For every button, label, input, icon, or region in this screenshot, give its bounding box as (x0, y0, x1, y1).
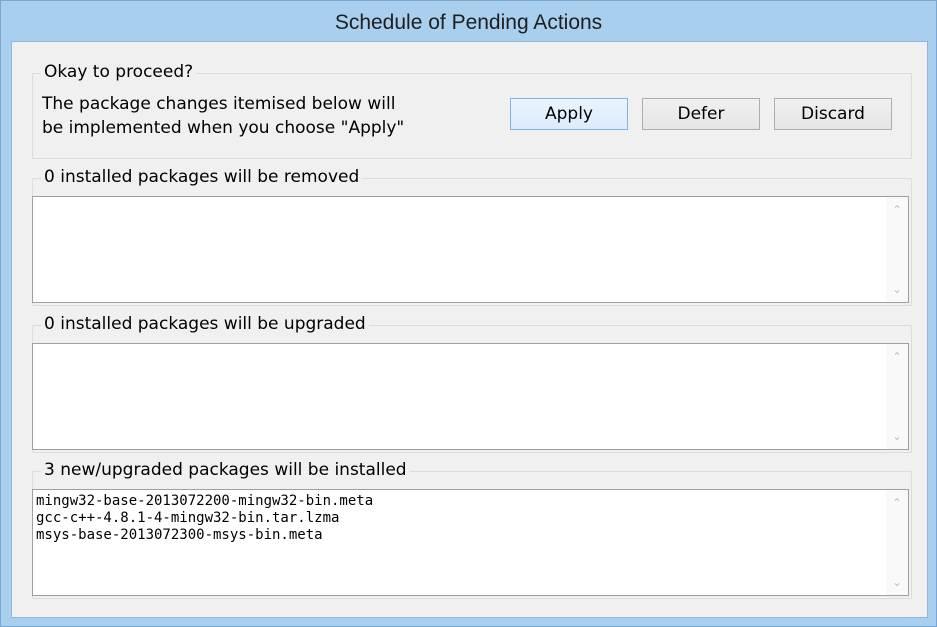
description-line-1: The package changes itemised below will (42, 94, 396, 114)
removed-group-label: 0 installed packages will be removed (41, 166, 363, 188)
chevron-up-icon[interactable]: ⌃ (886, 348, 908, 366)
chevron-up-icon[interactable]: ⌃ (886, 201, 908, 219)
installed-list-scrollbar[interactable]: ⌃ ⌄ (886, 490, 908, 595)
removed-package-list[interactable]: ⌃ ⌄ (32, 196, 909, 303)
defer-button[interactable]: Defer (642, 98, 760, 130)
pending-actions-window: Schedule of Pending Actions Okay to proc… (0, 0, 937, 627)
dialog-client-area: Okay to proceed? The package changes ite… (11, 41, 928, 618)
upgraded-group-label: 0 installed packages will be upgraded (41, 313, 369, 335)
installed-group-label: 3 new/upgraded packages will be installe… (41, 459, 410, 481)
proceed-description: The package changes itemised below will … (42, 92, 492, 140)
upgraded-package-list[interactable]: ⌃ ⌄ (32, 343, 909, 450)
list-item[interactable]: gcc-c++-4.8.1-4-mingw32-bin.tar.lzma (36, 510, 373, 527)
removed-list-scrollbar[interactable]: ⌃ ⌄ (886, 197, 908, 302)
chevron-down-icon[interactable]: ⌄ (886, 573, 908, 591)
chevron-up-icon[interactable]: ⌃ (886, 494, 908, 512)
installed-list-items: mingw32-base-2013072200-mingw32-bin.meta… (36, 493, 373, 544)
discard-button[interactable]: Discard (774, 98, 892, 130)
window-title: Schedule of Pending Actions (334, 11, 603, 34)
list-item[interactable]: mingw32-base-2013072200-mingw32-bin.meta (36, 493, 373, 510)
description-line-2: be implemented when you choose "Apply" (42, 118, 405, 138)
upgraded-list-scrollbar[interactable]: ⌃ ⌄ (886, 344, 908, 449)
list-item[interactable]: msys-base-2013072300-msys-bin.meta (36, 527, 373, 544)
apply-button[interactable]: Apply (510, 98, 628, 130)
chevron-down-icon[interactable]: ⌄ (886, 427, 908, 445)
chevron-down-icon[interactable]: ⌄ (886, 280, 908, 298)
installed-package-list[interactable]: mingw32-base-2013072200-mingw32-bin.meta… (32, 489, 909, 596)
proceed-group-label: Okay to proceed? (41, 61, 197, 83)
